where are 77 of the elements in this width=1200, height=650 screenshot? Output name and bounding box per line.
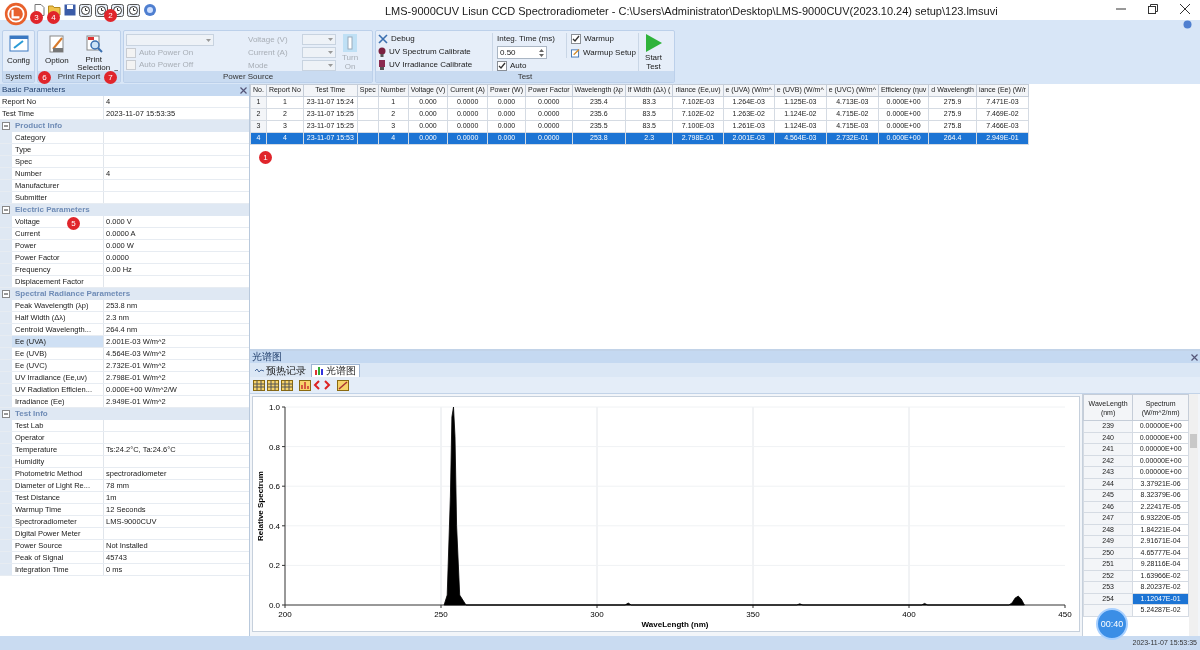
- collapse-icon[interactable]: [2, 122, 10, 130]
- config-button[interactable]: Config: [5, 33, 32, 66]
- group-title: Power Source: [124, 71, 372, 82]
- play-icon: [644, 33, 663, 53]
- section-title: Test Info: [14, 408, 48, 420]
- checkbox-label: Warmup: [584, 34, 614, 44]
- uv-spectrum-calibrate-button[interactable]: UV Spectrum Calibrate: [378, 47, 490, 57]
- tab[interactable]: 预热记录: [252, 364, 309, 377]
- tab[interactable]: 光谱图: [311, 364, 360, 377]
- clock-icon[interactable]: [79, 3, 92, 17]
- tick-label: 0.2: [268, 561, 280, 571]
- dropdown-arrow-icon: [206, 38, 211, 42]
- grid-icon[interactable]: [281, 379, 293, 391]
- collapse-icon[interactable]: [2, 290, 10, 298]
- help-icon[interactable]: [143, 3, 157, 17]
- field-label: Mode: [248, 60, 269, 71]
- warmup-setup-button[interactable]: Warmup Setup: [571, 48, 636, 58]
- tools-icon: [378, 34, 388, 44]
- pencil-form-icon: [46, 34, 67, 54]
- save-icon[interactable]: [64, 4, 76, 16]
- lamp-icon: [378, 60, 386, 70]
- section-title: Spectral Radiance Parameters: [14, 288, 131, 300]
- tick-label: 0.8: [268, 442, 280, 452]
- clock-icon[interactable]: [127, 3, 140, 17]
- option-button[interactable]: Option: [44, 33, 70, 66]
- checkbox[interactable]: [571, 34, 581, 44]
- group-title: Test: [376, 71, 674, 82]
- scrollbar-thumb[interactable]: [1190, 434, 1198, 448]
- print-preview-icon: [83, 34, 104, 54]
- bar-chart-icon[interactable]: [299, 379, 311, 391]
- window-settings-icon: [8, 34, 29, 54]
- debug-button[interactable]: Debug: [378, 34, 490, 44]
- field-label: Current (A): [248, 47, 289, 58]
- uv-irradiance-calibrate-button[interactable]: UV Irradiance Calibrate: [378, 60, 490, 70]
- clock-icon[interactable]: [95, 3, 108, 17]
- tick-label: 1.0: [268, 403, 280, 412]
- dropdown-arrow-icon: [328, 64, 333, 67]
- tick-label: 250: [434, 610, 448, 619]
- next-icon[interactable]: [323, 380, 331, 390]
- field-label: Integ. Time (ms): [497, 34, 556, 44]
- pencil-icon: [571, 48, 580, 58]
- close-icon[interactable]: [1180, 4, 1190, 14]
- colorbar-icon[interactable]: [267, 379, 279, 391]
- checkbox-label: Auto: [510, 61, 527, 71]
- tick-label: 0.6: [268, 482, 280, 492]
- bar-chart-icon: [315, 367, 324, 375]
- group-title: System: [3, 71, 34, 82]
- previous-icon[interactable]: [313, 380, 321, 390]
- table-icon[interactable]: [253, 379, 265, 391]
- switch-icon: [342, 33, 358, 53]
- section-title: Electric Parameters: [14, 204, 90, 216]
- bulb-icon: [378, 47, 386, 57]
- tick-label: 450: [1058, 610, 1072, 619]
- window-title: LMS-9000CUV Lisun CCD Spectroradiometer - C:\Users\Administrator\Desktop\LMS-9000CUV(2023.10.24) setup\123.lmsuvi: [385, 4, 998, 19]
- tick-label: 300: [590, 610, 604, 619]
- dropdown-arrow-icon: [328, 51, 333, 54]
- dropdown-arrow-icon: [328, 38, 333, 41]
- panel-title: Basic Parameters: [2, 84, 66, 96]
- caret-icon: [113, 70, 118, 73]
- tick-label: 0.4: [268, 521, 280, 531]
- tick-label: 400: [902, 610, 916, 619]
- tick-label: 350: [746, 610, 760, 619]
- section-title: Product Info: [14, 120, 63, 132]
- axis-title: WaveLength (nm): [641, 620, 709, 629]
- wave-icon: [255, 367, 264, 374]
- help-icon[interactable]: [1183, 20, 1192, 29]
- integration-time-spinner[interactable]: 0.50: [497, 46, 547, 59]
- collapse-icon[interactable]: [2, 410, 10, 418]
- tick-label: 200: [278, 610, 292, 619]
- collapse-icon[interactable]: [2, 206, 10, 214]
- percent-icon[interactable]: [337, 379, 349, 391]
- scrollbar[interactable]: [1189, 394, 1198, 636]
- axis-title: Relative Spectrum: [256, 471, 265, 541]
- restore-icon[interactable]: [1148, 4, 1158, 14]
- panel-title: 光谱图: [252, 352, 282, 362]
- spin-arrows-icon: [539, 48, 544, 57]
- tick-label: 0.0: [268, 601, 280, 610]
